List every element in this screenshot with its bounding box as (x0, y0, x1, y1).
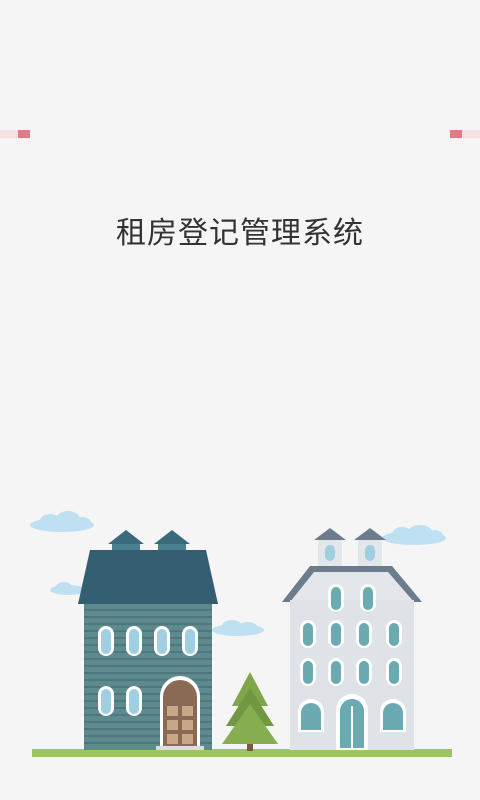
splash-accent-left (0, 130, 30, 138)
splash-accent-right (450, 130, 480, 138)
houses-illustration (30, 511, 452, 757)
app-title: 租房登记管理系统 (116, 216, 364, 251)
house-icon (282, 528, 422, 750)
grass-icon (32, 749, 452, 757)
cloud-icon (30, 511, 94, 532)
cloud-icon (382, 525, 446, 545)
cloud-icon (212, 620, 264, 636)
tree-icon (222, 672, 278, 751)
house-icon (78, 530, 218, 750)
